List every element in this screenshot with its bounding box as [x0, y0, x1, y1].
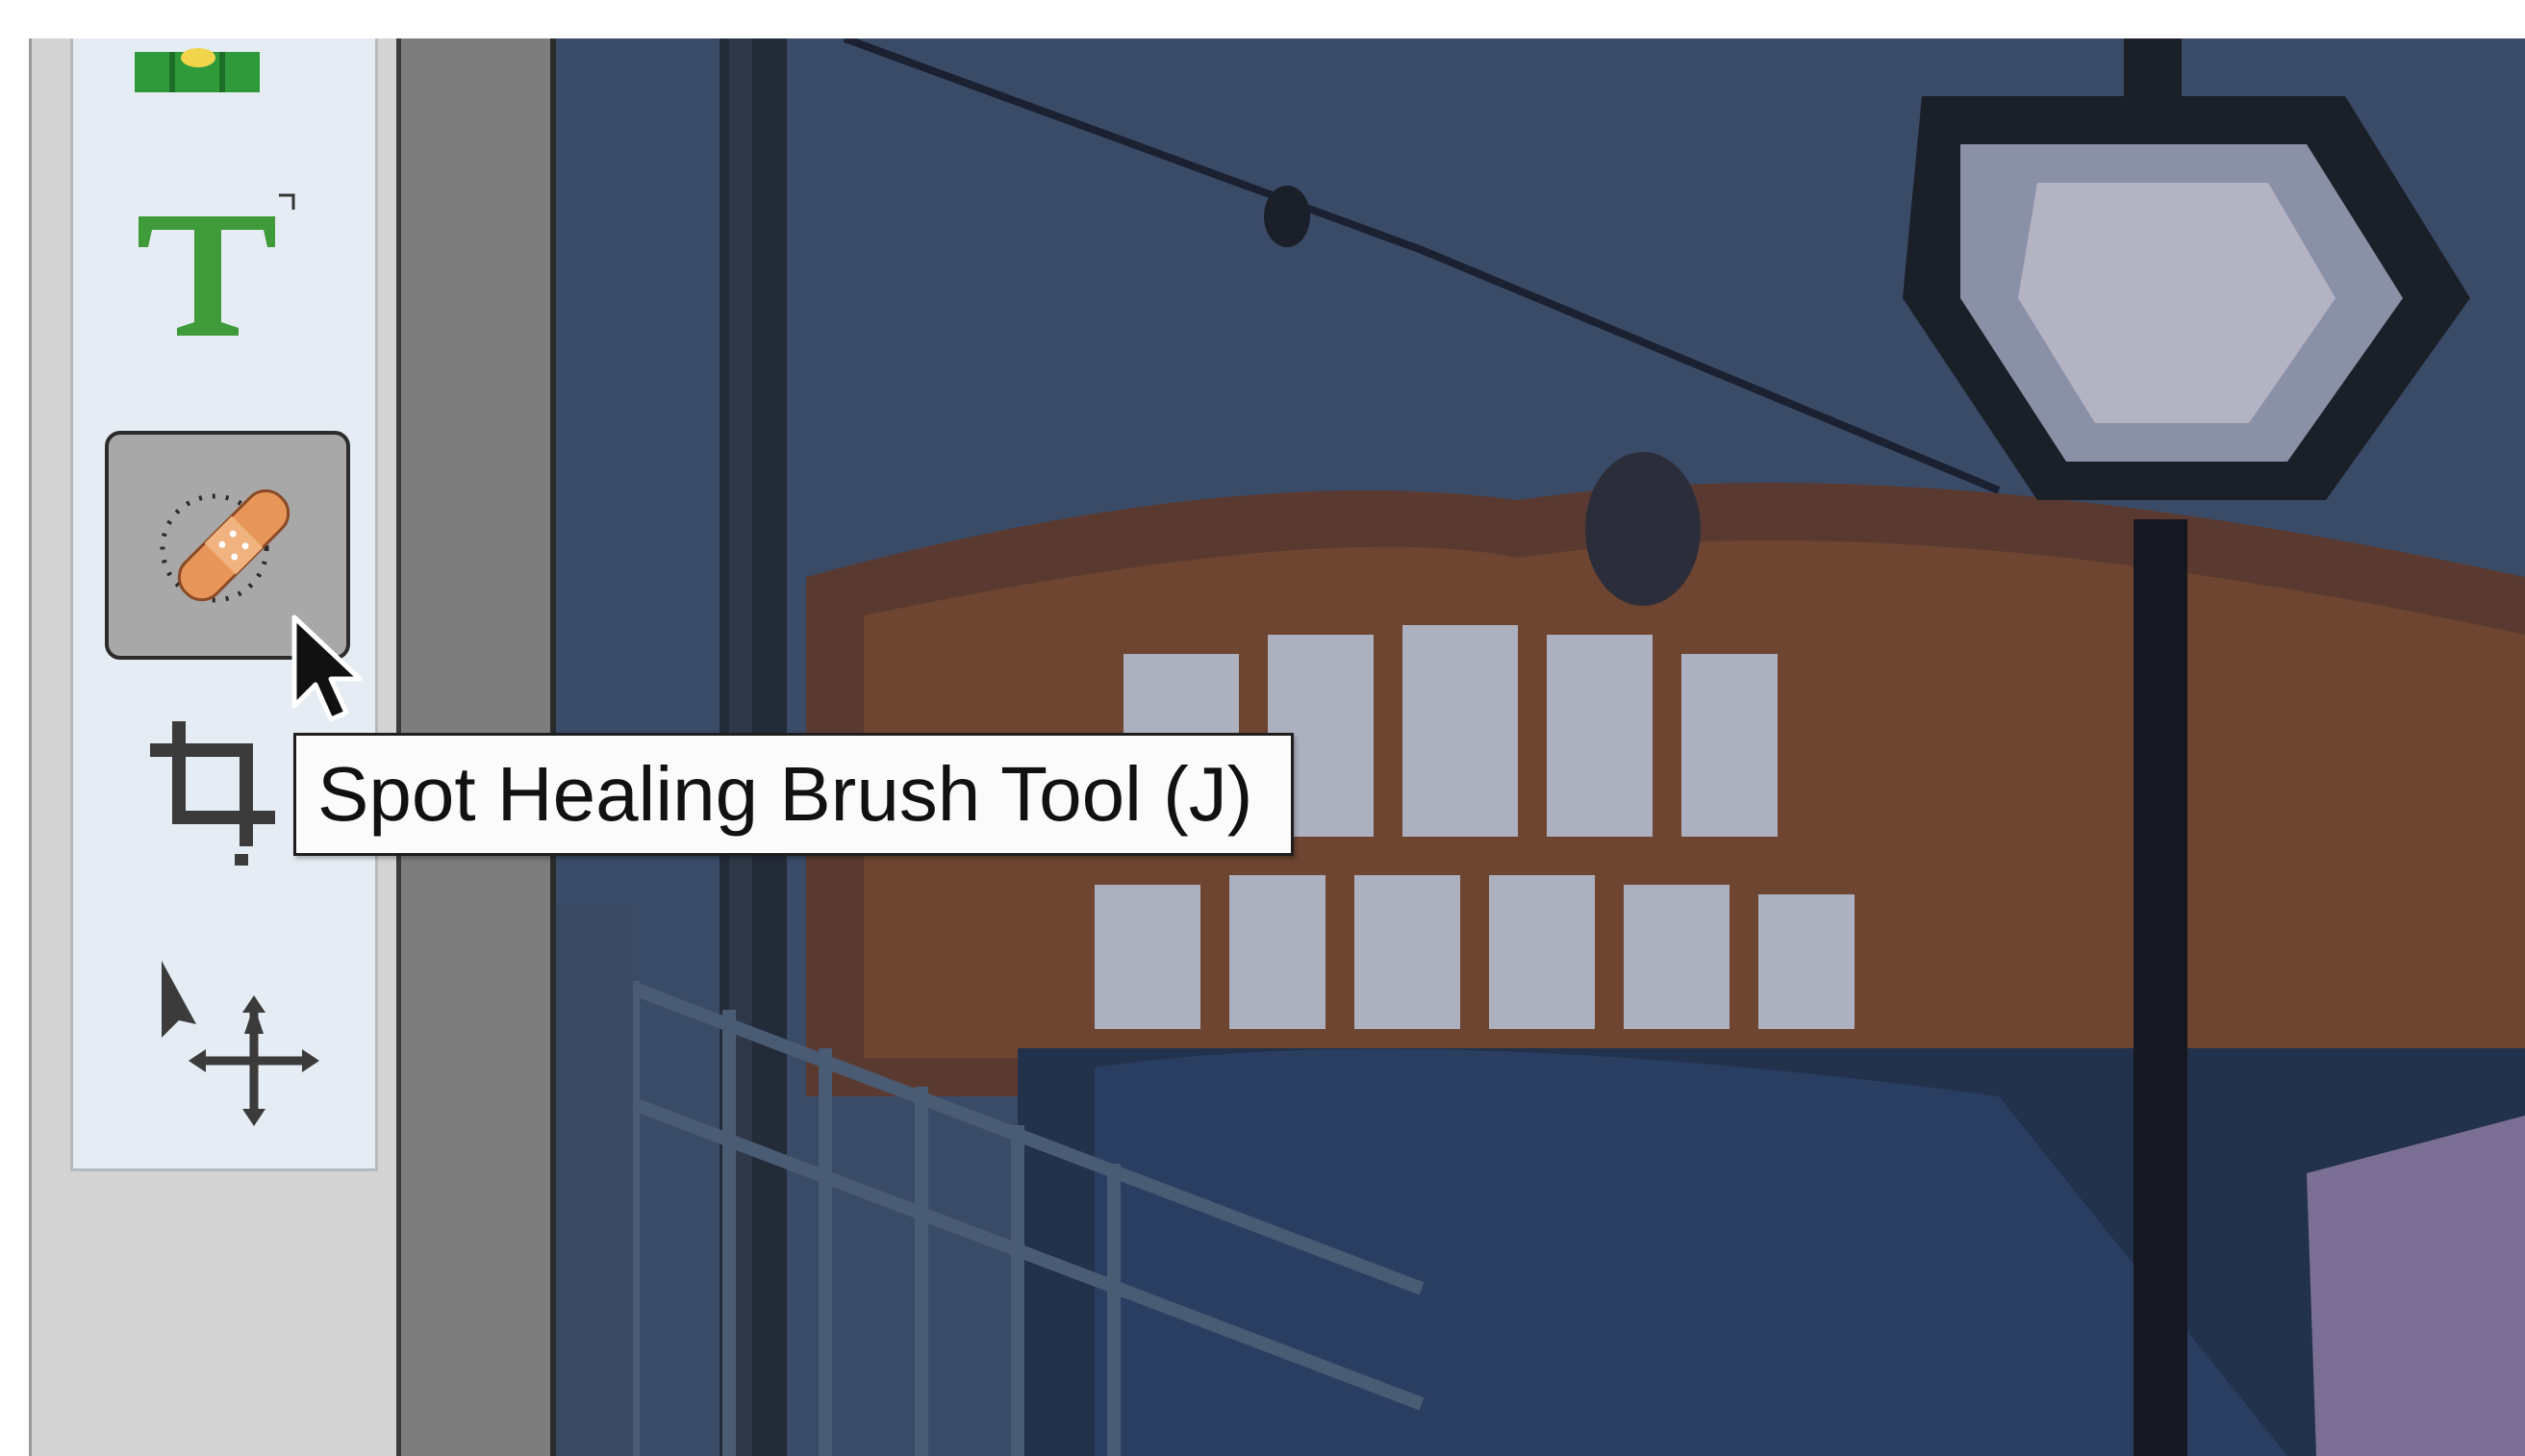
bandage-icon	[147, 473, 311, 617]
submenu-corner-icon	[277, 192, 296, 212]
crop-icon	[140, 712, 314, 885]
toolbar	[70, 38, 378, 1171]
crop-tool-button[interactable]	[140, 712, 314, 885]
move-icon	[150, 957, 323, 1130]
move-tool-button[interactable]	[150, 957, 323, 1130]
app-window: Spot Healing Brush Tool (J)	[29, 38, 2525, 1456]
type-tool-button[interactable]	[131, 188, 296, 351]
level-icon	[131, 38, 275, 106]
level-tool-button[interactable]	[131, 38, 275, 106]
mouse-pointer-icon	[289, 614, 366, 743]
tool-tooltip: Spot Healing Brush Tool (J)	[293, 733, 1295, 856]
type-t-icon	[131, 188, 294, 351]
